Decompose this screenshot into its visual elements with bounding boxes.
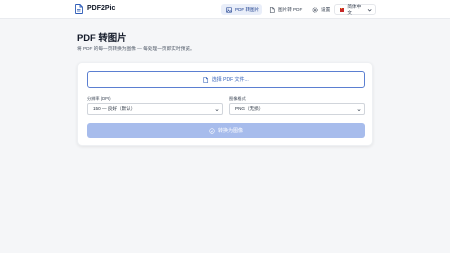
language-selector[interactable]: 简体中文 — [334, 4, 376, 15]
nav-image-to-pdf[interactable]: 图片转 PDF — [267, 4, 307, 15]
select-pdf-button[interactable]: 选择 PDF 文件... — [87, 71, 365, 88]
nav-settings-label: 设置 — [321, 6, 331, 12]
format-label: 图像格式 — [229, 96, 246, 101]
select-pdf-label: 选择 PDF 文件... — [211, 77, 249, 83]
nav-pdf-to-image[interactable]: PDF 转图片 — [221, 4, 262, 15]
dpi-label: 分辨率 (DPI) — [87, 96, 111, 101]
chevron-down-icon — [357, 108, 361, 111]
file-icon — [203, 76, 209, 83]
conversion-card: 选择 PDF 文件... 分辨率 (DPI) 图像格式 150 — 良好（默认）… — [77, 62, 373, 146]
dpi-select-value: 150 — 良好（默认） — [93, 106, 136, 111]
navbar: PDF2Pic PDF 转图片 图片转 PDF 设置 简体中文 — [0, 0, 450, 19]
nav-image-to-pdf-label: 图片转 PDF — [278, 6, 303, 12]
file-logo-icon — [75, 4, 83, 14]
image-icon — [226, 6, 232, 13]
document-icon — [269, 6, 275, 13]
chevron-down-icon — [215, 108, 219, 111]
brand[interactable]: PDF2Pic — [75, 4, 115, 14]
format-select-value: PNG（无损） — [235, 106, 264, 111]
page-subtitle: 将 PDF 的每一页转换为图像 — 每处理一页即实时预览。 — [77, 46, 195, 51]
dpi-select[interactable]: 150 — 良好（默认） — [87, 103, 223, 115]
format-select[interactable]: PNG（无损） — [229, 103, 365, 115]
convert-button-label: 转换为图像 — [217, 128, 243, 134]
convert-button[interactable]: 转换为图像 — [87, 123, 365, 138]
brand-name: PDF2Pic — [87, 5, 116, 12]
nav-settings[interactable]: 设置 — [310, 4, 332, 15]
refresh-icon — [209, 127, 215, 134]
nav-pdf-to-image-label: PDF 转图片 — [235, 6, 260, 12]
chevron-down-icon — [367, 8, 372, 12]
china-flag-icon — [340, 7, 345, 12]
gear-icon — [312, 6, 318, 13]
page-title: PDF 转图片 — [77, 32, 127, 43]
language-label: 简体中文 — [347, 3, 362, 15]
